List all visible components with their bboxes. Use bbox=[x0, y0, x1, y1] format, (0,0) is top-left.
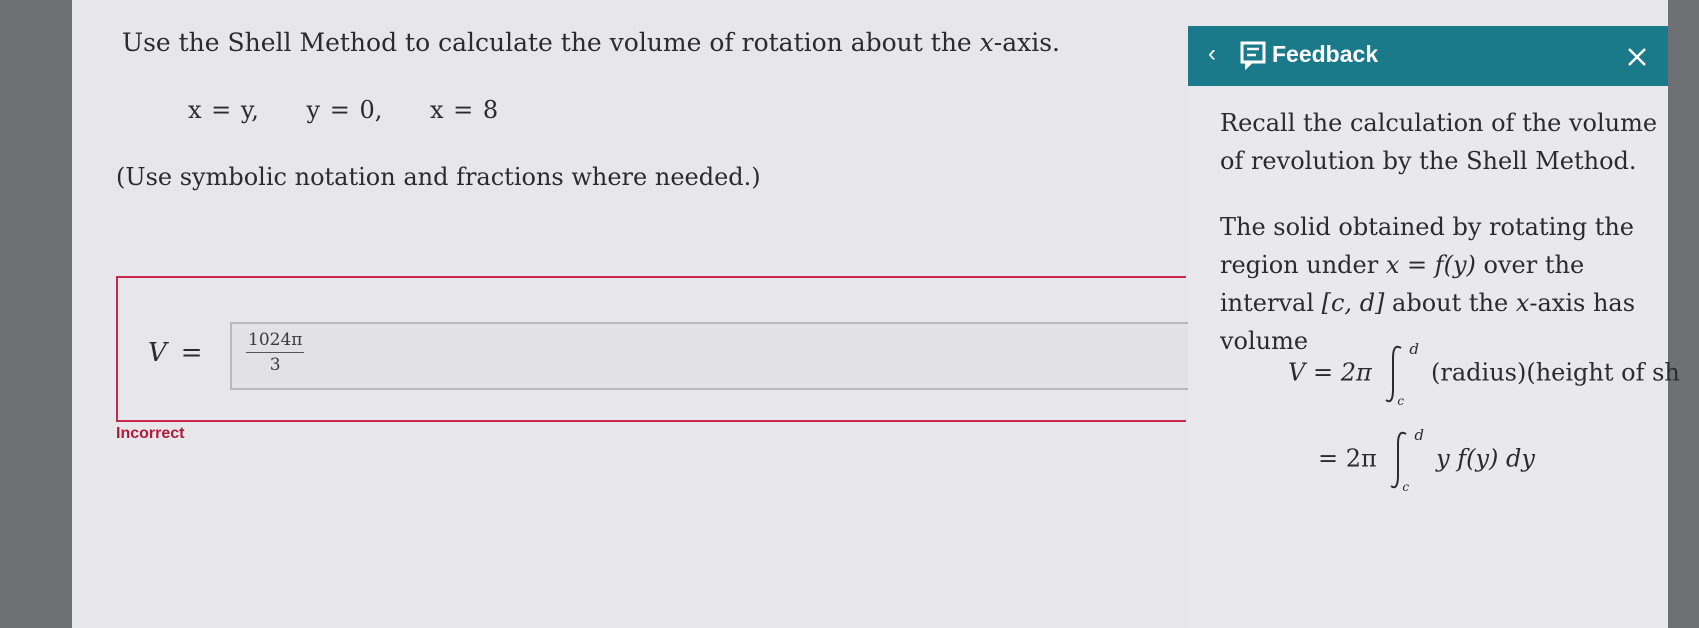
feedback-header: ‹ Feedback bbox=[1188, 26, 1668, 86]
hint-text: (Use symbolic notation and fractions whe… bbox=[116, 163, 761, 191]
formula-line-2: = 2π d c y f(y) dy bbox=[1318, 426, 1535, 494]
feedback-title: Feedback bbox=[1272, 41, 1379, 67]
answer-box: V = 1024π 3 bbox=[116, 276, 1190, 422]
answer-fraction: 1024π 3 bbox=[246, 330, 305, 375]
integral-sign: d c bbox=[1384, 426, 1428, 494]
feedback-paragraph-2: The solid obtained by rotating the regio… bbox=[1220, 213, 1636, 355]
status-incorrect: Incorrect bbox=[116, 425, 185, 442]
feedback-panel: ‹ Feedback Recall the calculation of the… bbox=[1188, 26, 1680, 628]
equations: x = y, y = 0, x = 8 bbox=[188, 96, 536, 124]
equation-3: x = 8 bbox=[430, 96, 499, 124]
answer-input[interactable]: 1024π 3 bbox=[230, 322, 1190, 390]
fraction-denominator: 3 bbox=[269, 355, 281, 375]
fraction-numerator: 1024π bbox=[246, 330, 305, 353]
equation-2: y = 0, bbox=[306, 96, 383, 124]
feedback-icon bbox=[1240, 41, 1266, 70]
chevron-left-icon[interactable]: ‹ bbox=[1208, 40, 1216, 68]
volume-label: V = bbox=[148, 338, 203, 368]
formula-line-1: V = 2π d c (radius)(height of sh bbox=[1288, 340, 1680, 408]
question-text: Use the Shell Method to calculate the vo… bbox=[122, 28, 1061, 57]
close-icon[interactable] bbox=[1626, 46, 1648, 68]
feedback-paragraph-1: Recall the calculation of the volume of … bbox=[1220, 109, 1658, 175]
integral-sign: d c bbox=[1379, 340, 1423, 408]
equation-1: x = y, bbox=[188, 96, 259, 124]
